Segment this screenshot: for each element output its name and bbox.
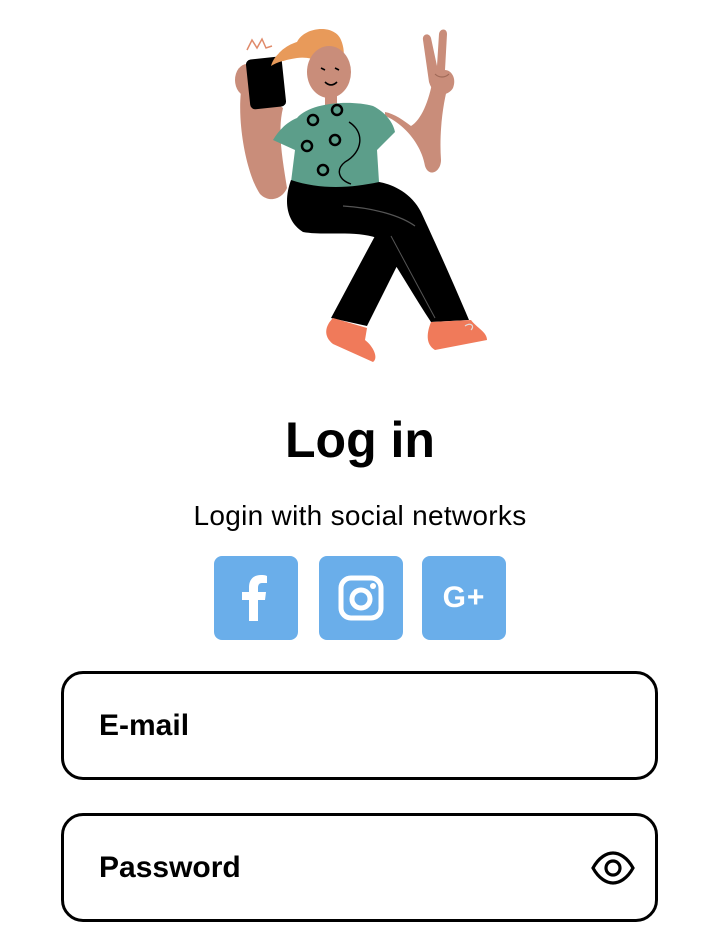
social-login-row: G+ bbox=[0, 556, 720, 640]
eye-icon[interactable] bbox=[591, 851, 635, 885]
facebook-login-button[interactable] bbox=[214, 556, 298, 640]
instagram-icon bbox=[338, 575, 384, 621]
google-plus-icon: G+ bbox=[442, 581, 486, 614]
password-field-container bbox=[61, 813, 658, 922]
email-field[interactable] bbox=[99, 674, 579, 777]
instagram-login-button[interactable] bbox=[319, 556, 403, 640]
page-title: Log in bbox=[285, 412, 435, 468]
facebook-icon bbox=[242, 575, 267, 621]
email-field-container bbox=[61, 671, 658, 780]
person-with-phone-illustration bbox=[225, 22, 495, 370]
social-login-subtitle: Login with social networks bbox=[193, 500, 527, 531]
google-plus-login-button[interactable]: G+ bbox=[422, 556, 506, 640]
password-field[interactable] bbox=[99, 816, 579, 919]
